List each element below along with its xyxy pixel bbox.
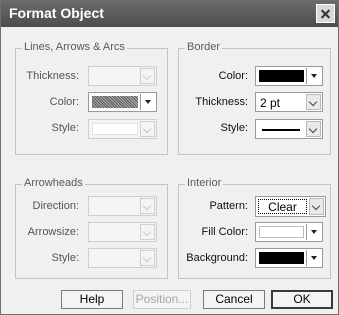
interior-background-label: Background:	[186, 252, 248, 264]
position-button[interactable]: Position...	[133, 290, 191, 309]
lines-color-picker[interactable]	[88, 92, 157, 112]
chevron-down-icon[interactable]	[306, 94, 321, 110]
interior-pattern-label: Pattern:	[209, 200, 248, 212]
color-swatch	[259, 70, 304, 82]
arrowheads-style-label: Style:	[51, 252, 79, 264]
chevron-down-icon[interactable]	[309, 198, 324, 215]
group-title-arrowheads: Arrowheads	[22, 177, 85, 189]
chevron-down-icon[interactable]	[140, 224, 155, 240]
chevron-down-icon[interactable]	[140, 121, 155, 137]
border-style-select[interactable]	[255, 119, 323, 139]
lines-color-label: Color:	[49, 96, 79, 108]
border-thickness-label: Thickness:	[195, 96, 248, 108]
lines-style-label: Style:	[51, 122, 79, 134]
style-preview	[92, 123, 138, 135]
ok-button[interactable]: OK	[271, 290, 333, 309]
border-thickness-select[interactable]: 2 pt	[255, 92, 323, 112]
interior-pattern-value: Clear	[258, 199, 307, 214]
dropdown-arrow-icon[interactable]	[306, 68, 321, 84]
arrowheads-arrowsize-select[interactable]	[88, 222, 157, 242]
color-swatch	[259, 252, 304, 264]
solid-line-preview	[262, 129, 300, 131]
arrowheads-arrowsize-label: Arrowsize:	[27, 226, 79, 238]
interior-pattern-select[interactable]: Clear	[255, 196, 326, 217]
color-swatch	[92, 96, 138, 108]
chevron-down-icon[interactable]	[140, 68, 155, 84]
chevron-down-icon[interactable]	[306, 121, 321, 137]
border-thickness-value: 2 pt	[260, 96, 281, 110]
dropdown-arrow-icon[interactable]	[306, 250, 321, 266]
border-color-picker[interactable]	[255, 66, 323, 86]
border-color-label: Color:	[218, 70, 248, 82]
arrowheads-style-select[interactable]	[88, 248, 157, 268]
color-swatch	[259, 226, 304, 238]
group-title-lines: Lines, Arrows & Arcs	[22, 41, 127, 53]
help-button[interactable]: Help	[61, 290, 123, 309]
group-title-interior: Interior	[185, 177, 224, 189]
title-bar[interactable]: Format Object	[1, 1, 338, 27]
format-object-dialog: Format Object Lines, Arrows & Arcs Thick…	[0, 0, 339, 315]
interior-fill-color-label: Fill Color:	[201, 226, 248, 238]
group-title-border: Border	[185, 41, 223, 53]
interior-background-picker[interactable]	[255, 248, 323, 268]
chevron-down-icon[interactable]	[140, 250, 155, 266]
border-style-label: Style:	[220, 122, 248, 134]
lines-style-select[interactable]	[88, 119, 157, 139]
dropdown-arrow-icon[interactable]	[140, 94, 155, 110]
arrowheads-direction-label: Direction:	[32, 200, 79, 212]
lines-thickness-select[interactable]	[88, 66, 157, 86]
dropdown-arrow-icon[interactable]	[306, 224, 321, 240]
interior-fill-color-picker[interactable]	[255, 222, 323, 242]
chevron-down-icon[interactable]	[140, 198, 155, 214]
arrowheads-direction-select[interactable]	[88, 196, 157, 216]
close-icon[interactable]	[316, 4, 335, 23]
window-title: Format Object	[9, 5, 104, 21]
lines-thickness-label: Thickness:	[26, 70, 79, 82]
cancel-button[interactable]: Cancel	[203, 290, 265, 309]
